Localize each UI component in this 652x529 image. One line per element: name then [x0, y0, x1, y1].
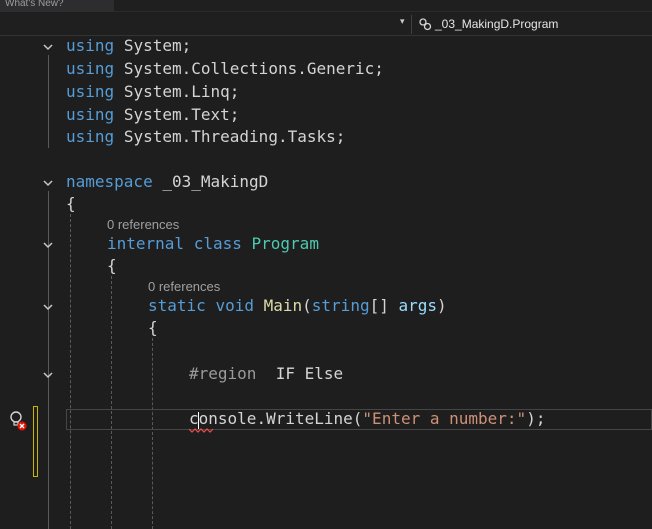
keyword-using: using	[66, 82, 115, 101]
namespace-ref: System	[123, 105, 182, 124]
open-brace: {	[148, 318, 158, 337]
namespace-ref: Generic;	[306, 59, 384, 78]
navigation-bar: ▾ _03_MakingD.Program	[0, 13, 652, 36]
namespace-indent-guide	[70, 214, 71, 529]
member-dropdown-label: _03_MakingD.Program	[435, 17, 559, 31]
chevron-down-icon[interactable]	[42, 177, 54, 189]
namespace-ref: Linq;	[191, 82, 240, 101]
class-indent-guide	[111, 276, 112, 529]
code-line-brace: {	[66, 194, 76, 214]
chevron-down-icon[interactable]	[42, 41, 54, 53]
chevron-down-icon[interactable]	[42, 369, 54, 381]
lightbulb-icon[interactable]	[8, 410, 28, 432]
member-dropdown[interactable]: _03_MakingD.Program	[418, 13, 558, 35]
region-name: IF Else	[275, 364, 344, 383]
code-line-namespace: namespace _03_MakingD	[66, 172, 268, 192]
code-line-using-text: using System.Text;	[66, 105, 240, 124]
open-brace: {	[107, 256, 117, 275]
array-brackets: []	[369, 296, 389, 315]
namespace-name: _03_MakingD	[162, 172, 269, 191]
keyword-static: static	[148, 296, 206, 315]
codelens-class-references[interactable]: 0 references	[107, 217, 179, 232]
method-name: Main	[263, 296, 303, 315]
codelens-method-references[interactable]: 0 references	[148, 279, 220, 294]
namespace-ref: System;	[123, 36, 192, 55]
namespace-ref: System	[123, 59, 182, 78]
text-caret	[198, 412, 199, 429]
parameter-name: args	[398, 296, 438, 315]
identifier-console: console	[189, 409, 257, 428]
namespace-ref: Tasks;	[287, 127, 346, 146]
code-line-using-collections: using System.Collections.Generic;	[66, 59, 384, 78]
keyword-using: using	[66, 59, 115, 78]
keyword-using: using	[66, 127, 115, 146]
code-line-console-writeline[interactable]: console.WriteLine("Enter a number:");	[189, 409, 545, 429]
code-line-using-threading: using System.Threading.Tasks;	[66, 127, 346, 146]
keyword-using: using	[66, 36, 115, 55]
keyword-namespace: namespace	[66, 172, 153, 191]
class-name: Program	[251, 234, 319, 253]
code-line-method: static void Main(string[] args)	[148, 296, 447, 316]
class-member-icon	[419, 18, 432, 31]
code-line-region: #region IF Else	[189, 364, 343, 384]
document-tab-strip: What's New?	[0, 0, 652, 12]
type-dropdown-arrow-icon[interactable]: ▾	[400, 17, 405, 27]
using-block-guide	[48, 55, 49, 148]
navbar-separator	[411, 15, 412, 34]
method-indent-guide	[152, 338, 153, 529]
keyword-void: void	[215, 296, 254, 315]
keyword-class: class	[193, 234, 242, 253]
namespace-ref: System	[123, 127, 182, 146]
code-line-brace: {	[107, 256, 117, 276]
namespace-ref: Collections	[191, 59, 298, 78]
code-line-brace: {	[148, 318, 158, 338]
namespace-ref: Text;	[191, 105, 240, 124]
method-call-name: WriteLine	[266, 409, 353, 428]
keyword-string: string	[311, 296, 370, 315]
code-editor[interactable]: using System; using System.Collections.G…	[0, 36, 652, 529]
change-tracking-bar	[33, 406, 38, 477]
code-line-class: internal class Program	[107, 234, 319, 254]
chevron-down-icon[interactable]	[42, 301, 54, 313]
code-line-using-linq: using System.Linq;	[66, 82, 240, 101]
open-paren: (	[302, 296, 312, 315]
open-brace: {	[66, 194, 76, 213]
namespace-ref: System	[123, 82, 182, 101]
namespace-ref: Threading	[191, 127, 278, 146]
keyword-internal: internal	[107, 234, 185, 253]
chevron-down-icon[interactable]	[42, 239, 54, 251]
statement-end: );	[526, 409, 546, 428]
keyword-using: using	[66, 105, 115, 124]
string-literal: "Enter a number:"	[362, 409, 527, 428]
region-directive: #region	[189, 364, 257, 383]
error-squiggle	[189, 428, 213, 433]
tab-whats-new[interactable]: What's New?	[0, 0, 114, 12]
code-line-using-system: using System;	[66, 36, 191, 56]
close-paren: )	[437, 296, 447, 315]
